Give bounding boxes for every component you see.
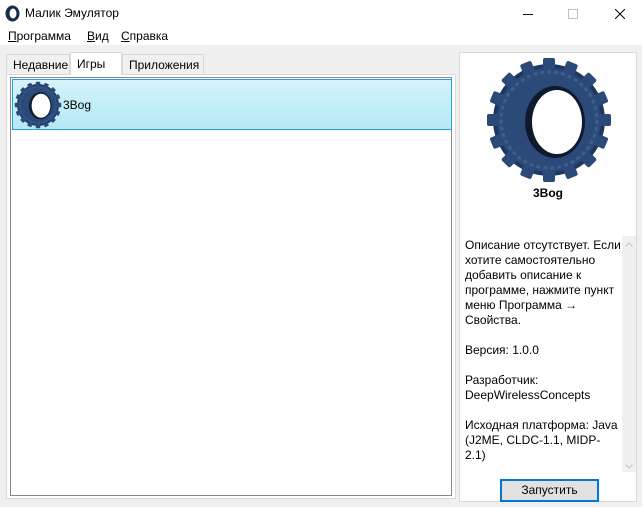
chevron-up-icon [625,236,633,250]
games-tab-panel: 3Bog [6,74,456,499]
menu-program-label: рограмма [16,29,71,43]
menu-bar: Программа Вид Справка [0,27,642,46]
emulator-window: Малик Эмулятор Программа Вид Справка Нед… [0,0,642,507]
details-description: Описание отсутствует. Если хотите самост… [465,238,621,327]
gear-tire-icon [485,56,613,184]
close-icon [614,8,625,19]
maximize-button[interactable] [550,0,595,27]
list-item[interactable]: 3Bog [12,79,452,130]
details-developer: Разработчик: DeepWirelessConcepts [465,373,591,402]
title-bar: Малик Эмулятор [0,0,642,27]
scroll-down-arrow[interactable] [622,458,636,472]
details-version: Версия: 1.0.0 [465,343,539,357]
menu-program-hotkey: П [8,29,17,43]
run-button[interactable]: Запустить [500,479,599,502]
details-platform: Исходная платформа: Java (J2ME, CLDC-1.1… [465,418,618,462]
gear-tire-icon [14,81,62,129]
menu-help-hotkey: С [121,29,130,43]
menu-view[interactable]: Вид [87,29,109,43]
tab-games[interactable]: Игры [70,52,122,75]
list-item-label: 3Bog [63,98,92,112]
resize-grip-icon[interactable] [636,501,642,507]
menu-view-label: ид [95,29,109,43]
tab-apps[interactable]: Приложения [122,54,204,74]
scroll-up-arrow[interactable] [622,236,636,250]
details-title: 3Bog [533,186,563,200]
menu-help-label: правка [129,29,169,43]
window-title: Малик Эмулятор [25,6,119,20]
menu-program[interactable]: Программа [8,29,71,43]
minimize-button[interactable] [505,0,550,27]
close-button[interactable] [597,0,642,27]
details-description-box[interactable]: Описание отсутствует. Если хотите самост… [462,236,636,472]
minimize-icon [522,9,533,19]
vertical-scrollbar[interactable] [622,236,636,472]
maximize-icon [567,8,578,19]
games-list[interactable]: 3Bog [10,77,452,496]
details-text: Описание отсутствует. Если хотите самост… [465,238,621,478]
details-panel: 3Bog Описание отсутствует. Если хотите с… [459,52,637,502]
tab-recent[interactable]: Недавние [6,54,70,74]
malik-app-icon [5,5,20,22]
menu-view-hotkey: В [87,29,96,43]
chevron-down-icon [625,458,633,472]
menu-help[interactable]: Справка [121,29,168,43]
